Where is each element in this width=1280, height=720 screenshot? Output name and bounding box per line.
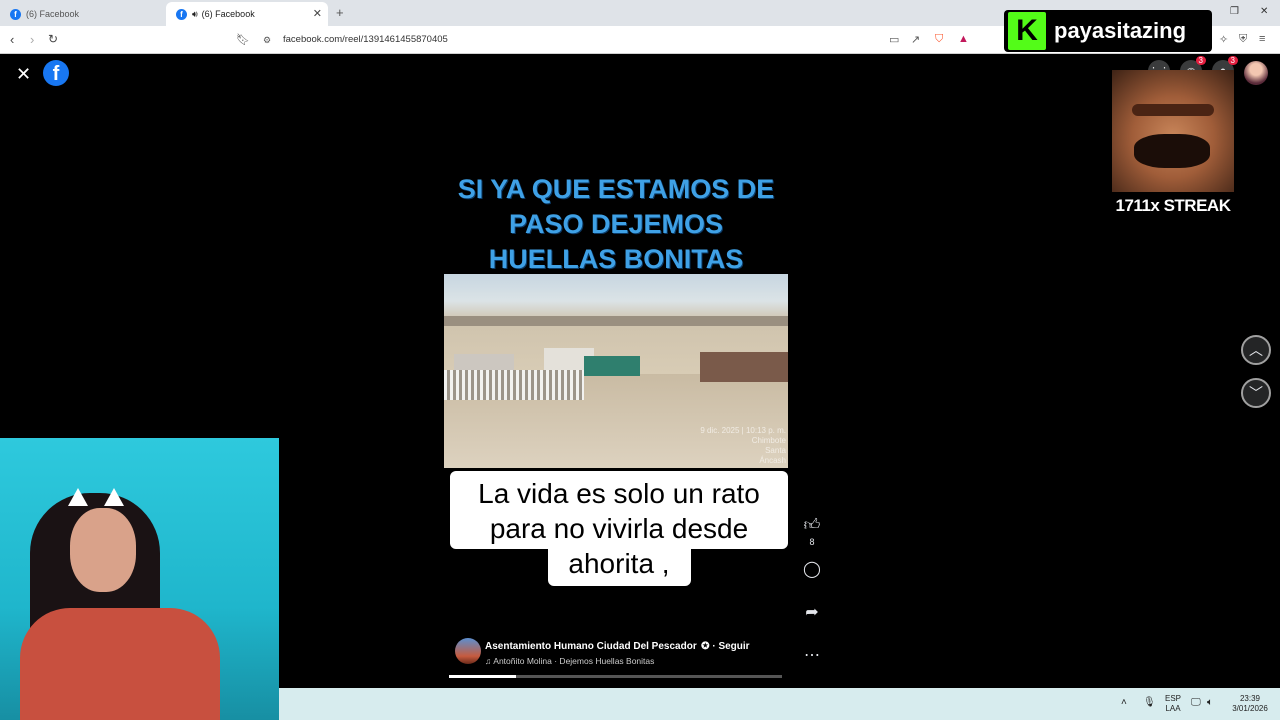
channel-name: payasitazing <box>1054 18 1187 43</box>
meme-mouth <box>1134 134 1210 168</box>
author-name[interactable]: Asentamiento Humano Ciudad Del Pescador <box>485 641 697 652</box>
reel-author: Asentamiento Humano Ciudad Del Pescador … <box>455 636 750 666</box>
clock-time: 23:39 <box>1239 694 1261 703</box>
author-avatar[interactable] <box>455 638 481 664</box>
brave-shield-icon[interactable]: ⛉ <box>935 33 943 46</box>
clock-date: 3/01/2026 <box>1232 704 1268 713</box>
lang-layout: LAA <box>1165 704 1181 713</box>
kick-channel-overlay: K payasitazing <box>1004 10 1212 52</box>
stamp-date: 9 dic. 2025 | 10:13 p. m. <box>700 426 786 435</box>
messenger-badge: 3 <box>1195 56 1206 65</box>
clock[interactable]: 23:39 3/01/2026 <box>1225 694 1275 714</box>
tab-title: (6) Facebook <box>201 9 255 19</box>
lang-code: ESP <box>1165 694 1182 703</box>
previous-reel-button[interactable]: ︿ <box>1241 335 1271 365</box>
url-field[interactable]: facebook.com/reel/1391461455870405 <box>283 34 448 45</box>
like-count: 8 <box>809 537 815 547</box>
song-title[interactable]: Antoñito Molina · Dejemos Huellas Bonita… <box>493 656 654 666</box>
microphone-icon[interactable]: 🎙︎ <box>1143 698 1156 708</box>
share-reel-icon[interactable]: ➦ <box>800 602 824 622</box>
like-icon[interactable]: 👍︎ <box>800 516 824 535</box>
facebook-favicon-icon: f <box>10 8 21 20</box>
video-house <box>584 356 640 376</box>
reload-icon[interactable]: ↻ <box>48 32 58 46</box>
close-reel-icon[interactable]: ✕ <box>16 64 31 85</box>
facebook-logo-icon[interactable]: f <box>43 60 69 86</box>
bookmark-icon[interactable]: 🔖︎ <box>236 33 250 46</box>
restore-icon[interactable]: ❐ <box>1230 6 1239 17</box>
webcam-person-face <box>70 508 136 592</box>
cat-ear-right <box>104 488 124 506</box>
site-settings-icon[interactable]: ⚙ <box>263 35 271 46</box>
reel-progress-fill <box>449 675 516 678</box>
reel-top-caption: SI YA QUE ESTAMOS DE PASO DEJEMOS HUELLA… <box>457 174 775 274</box>
rewards-icon[interactable]: ▲ <box>958 33 969 45</box>
speaker-icon: 🔊︎ <box>192 8 198 19</box>
share-icon[interactable]: ↗ <box>911 33 920 46</box>
stamp-province: Santa <box>765 446 786 455</box>
close-tab-icon[interactable]: ✕ <box>313 7 322 20</box>
tab-title: (6) Facebook <box>26 9 80 19</box>
cat-ear-left <box>68 488 88 506</box>
screen: f (6) Facebook f 🔊︎ (6) Facebook ✕ + — ❐… <box>0 0 1280 720</box>
chevron-up-icon: ︿ <box>1249 342 1263 358</box>
volume-icon[interactable]: 🔈︎ <box>1207 698 1213 708</box>
stamp-city: Chimbote <box>751 436 786 445</box>
tab-facebook-1[interactable]: f (6) Facebook <box>0 2 166 26</box>
new-tab-icon[interactable]: + <box>336 5 344 20</box>
menu-icon[interactable]: ≡ <box>1259 33 1265 45</box>
tab-facebook-2[interactable]: f 🔊︎ (6) Facebook ✕ <box>166 2 328 26</box>
wallet-icon[interactable]: ⛨ <box>1239 33 1247 46</box>
comment-icon[interactable]: ◯ <box>800 559 824 579</box>
profile-avatar[interactable] <box>1244 61 1268 85</box>
back-icon[interactable]: ‹ <box>10 32 14 47</box>
streamer-webcam <box>0 438 279 720</box>
notifications-badge: 3 <box>1227 56 1238 65</box>
input-language[interactable]: ESP LAA <box>1165 694 1181 714</box>
reel-video[interactable]: 9 dic. 2025 | 10:13 p. m. Chimbote Santa… <box>444 274 788 468</box>
meme-eyes <box>1132 104 1214 116</box>
reel-progress-bar[interactable] <box>449 675 782 678</box>
video-fence <box>444 370 584 400</box>
more-options-icon[interactable]: ⋯ <box>800 645 824 665</box>
chevron-down-icon: ﹀ <box>1249 385 1263 401</box>
network-icon[interactable]: 🖵︎ <box>1191 698 1201 708</box>
show-hidden-icons-icon[interactable]: ˄ <box>1121 698 1127 708</box>
reel-overlay-caption: La vida es solo un rato para no vivirla … <box>478 478 760 579</box>
streak-meme-image <box>1112 70 1234 192</box>
windows-taskbar: ˄ 🎙︎ ESP LAA 🖵︎ 🔈︎ 23:39 3/01/2026 <box>279 688 1280 720</box>
extensions-icon[interactable]: ✧ <box>1219 33 1228 46</box>
video-houses-far <box>444 316 788 326</box>
video-house <box>700 352 788 382</box>
webcam-person-body <box>20 608 220 720</box>
facebook-favicon-icon: f <box>176 8 187 20</box>
cast-icon[interactable]: ▭ <box>889 33 899 46</box>
next-reel-button[interactable]: ﹀ <box>1241 378 1271 408</box>
close-window-icon[interactable]: ✕ <box>1260 6 1268 17</box>
verified-icon: ✪ · <box>701 641 719 652</box>
kick-logo-icon: K <box>1008 12 1046 50</box>
follow-button[interactable]: Seguir <box>718 641 749 652</box>
stamp-region: Áncash <box>759 456 786 465</box>
forward-icon[interactable]: › <box>30 32 34 47</box>
video-location-stamp: 9 dic. 2025 | 10:13 p. m. Chimbote Santa… <box>700 426 786 466</box>
streak-label: 1711x STREAK <box>1115 196 1231 215</box>
